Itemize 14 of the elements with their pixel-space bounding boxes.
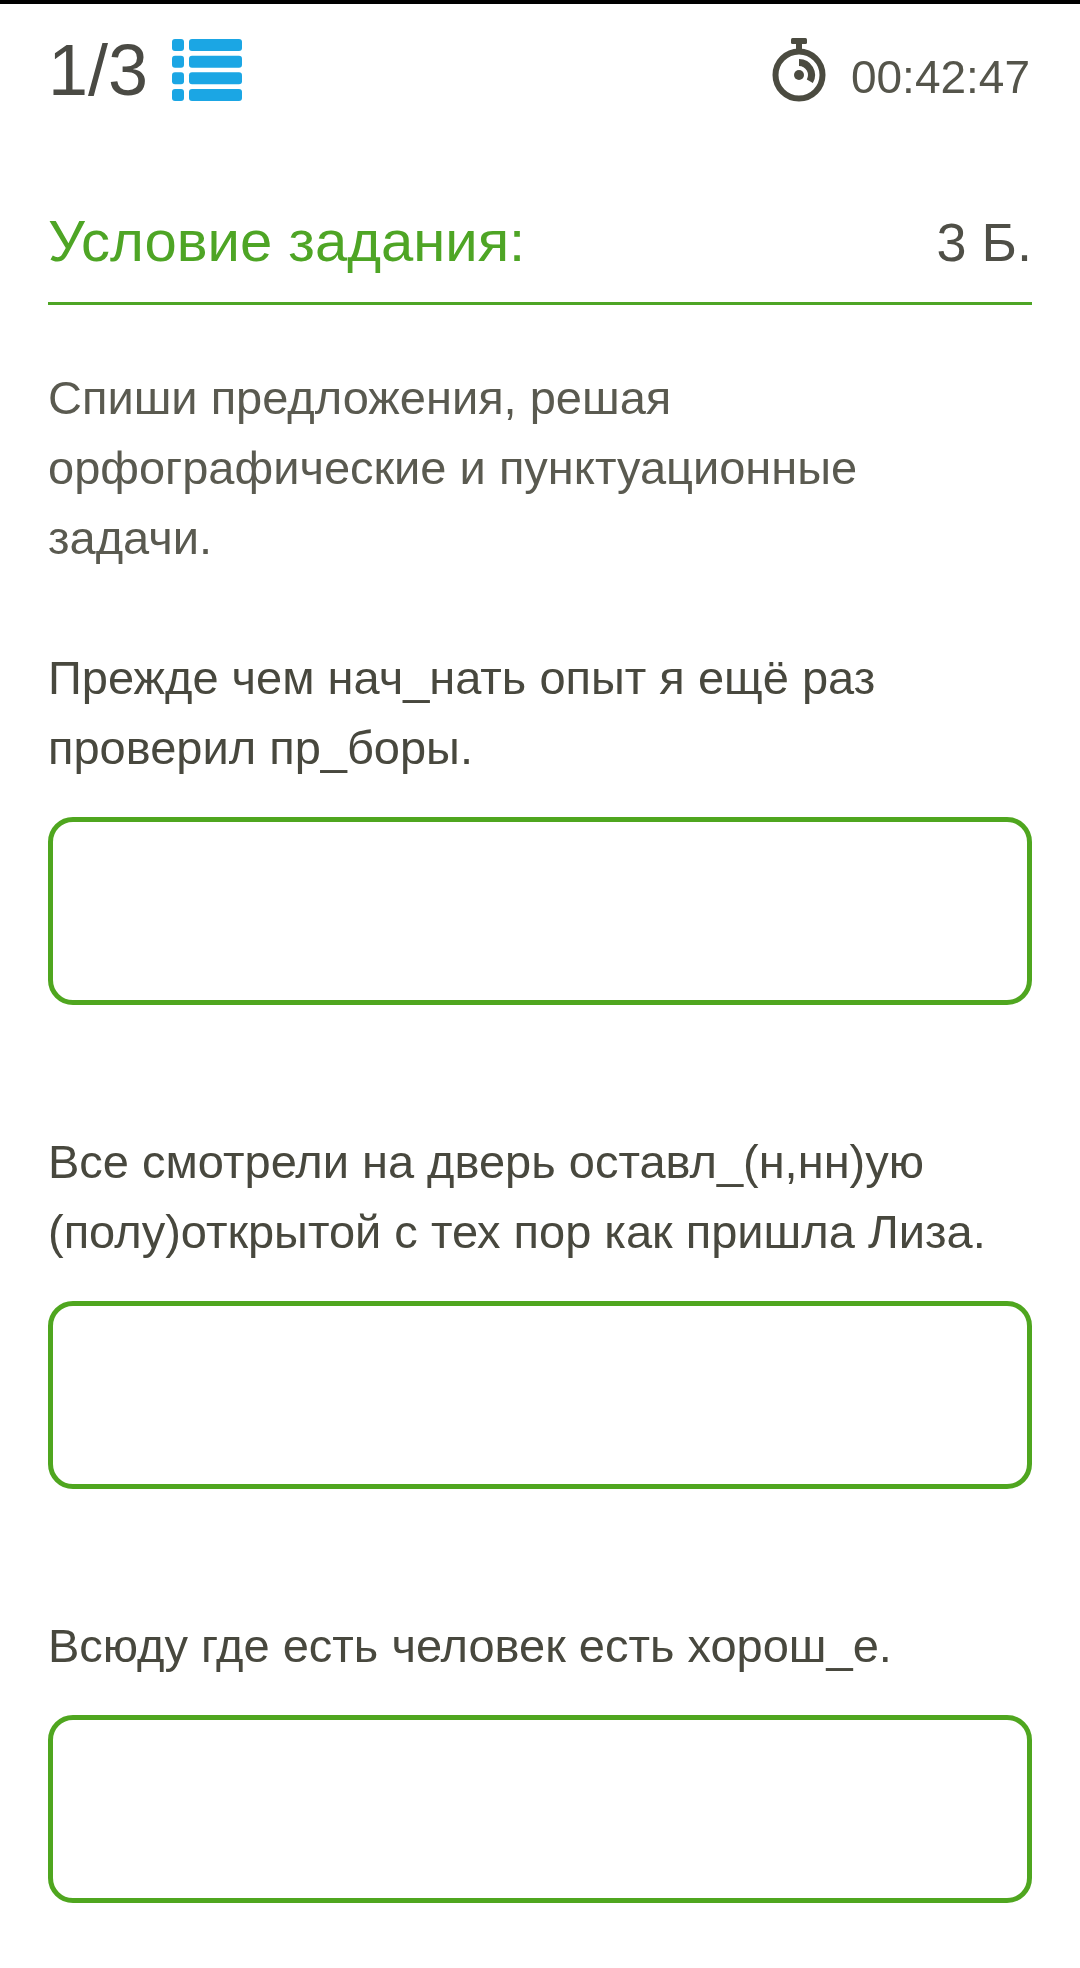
points: 3 Б. (936, 211, 1032, 274)
task-instruction: Спиши предложения, решая орфографические и пунктуационные задачи. (48, 369, 859, 566)
answer-field[interactable] (48, 1300, 1032, 1489)
answer-field[interactable] (48, 816, 1032, 1005)
answer-field[interactable] (48, 1714, 1032, 1903)
sentence: Прежде чем нач_нать опыт я ещё раз проверил пр_боры. (48, 649, 877, 776)
stopwatch-icon (770, 38, 827, 102)
sentence: Все смотрели на дверь оставл_(н,нн)ую (полу)открытой с тех пор как пришла Лиза. (48, 1133, 987, 1260)
question-list-button[interactable] (172, 39, 243, 101)
timer: 00:42:47 (850, 54, 1030, 100)
task-heading: Условие задания: (48, 207, 526, 275)
list-icon (172, 39, 243, 101)
sentence: Всюду где есть человек есть хорош_е. (48, 1617, 893, 1674)
question-counter: 1/3 (48, 34, 149, 106)
